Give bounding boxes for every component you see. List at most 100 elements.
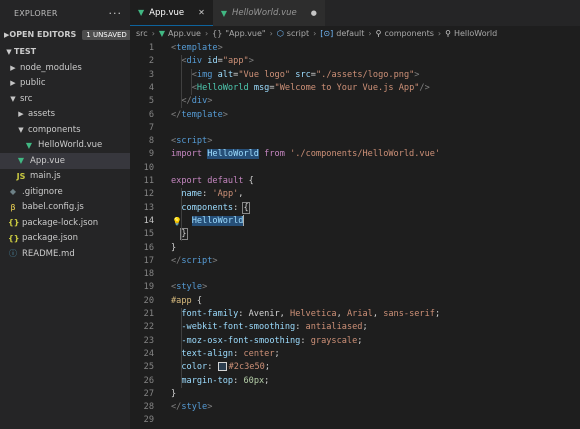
chevron-right-icon: › <box>204 29 209 38</box>
vue-file-icon: ▼ <box>220 8 227 18</box>
code-line[interactable]: 22 -webkit-font-smoothing: antialiased; <box>130 321 580 334</box>
breadcrumb-src[interactable]: src <box>136 29 148 38</box>
tree-item[interactable]: ▶ assets <box>0 107 130 123</box>
code-text: <img alt="Vue logo" src="./assets/logo.p… <box>171 69 420 82</box>
code-text: <style> <box>171 281 207 294</box>
line-number: 2 <box>148 56 154 67</box>
line-number: 22 <box>143 322 154 333</box>
tree-item[interactable]: β babel.config.js <box>0 200 130 216</box>
code-token: style <box>176 282 203 293</box>
code-line[interactable]: 3 <img alt="Vue logo" src="./assets/logo… <box>130 69 580 82</box>
tree-item[interactable]: JS main.js <box>0 169 130 185</box>
code-line[interactable]: 2 <div id="app"> <box>130 55 580 68</box>
tree-item[interactable]: ▶ public <box>0 76 130 92</box>
code-line[interactable]: 24 text-align: center; <box>130 348 580 361</box>
breadcrumb-script[interactable]: script <box>287 29 309 38</box>
code-line[interactable]: 4 <HelloWorld msg="Welcome to Your Vue.j… <box>130 82 580 95</box>
line-number: 25 <box>143 362 154 373</box>
tree-item[interactable]: {} package.json <box>0 231 130 247</box>
more-actions-icon[interactable]: ··· <box>109 7 123 20</box>
breadcrumb-default[interactable]: default <box>336 29 364 38</box>
chevron-right-icon: › <box>151 29 155 38</box>
code-line[interactable]: 25 color: #2c3e50; <box>130 361 580 374</box>
tree-item[interactable]: ▼ App.vue <box>0 153 130 169</box>
code-token: , <box>372 309 384 319</box>
tree-item[interactable]: ▼ src <box>0 91 130 107</box>
code-line[interactable]: 5 </div> <box>130 95 580 108</box>
folder-section[interactable]: ▼ TEST <box>0 43 130 60</box>
code-line[interactable]: 21 font-family: Avenir, Helvetica, Arial… <box>130 308 580 321</box>
code-token: "Welcome to Your Vue.js App" <box>274 82 420 93</box>
code-line[interactable]: 23 -moz-osx-font-smoothing: grayscale; <box>130 335 580 348</box>
tree-item-label: assets <box>28 109 56 120</box>
code-text: HelloWorld <box>171 214 245 228</box>
code-token: : <box>295 322 306 333</box>
breadcrumb-helloworld[interactable]: HelloWorld <box>454 29 497 38</box>
code-line[interactable]: 10 <box>130 162 580 175</box>
code-token: } <box>171 242 177 253</box>
code-text: export default { <box>171 175 254 188</box>
code-text: <HelloWorld msg="Welcome to Your Vue.js … <box>171 82 430 95</box>
tree-item[interactable]: ▶ node_modules <box>0 60 130 76</box>
breadcrumb-module[interactable]: "App.vue" <box>225 29 265 38</box>
breadcrumb-file[interactable]: App.vue <box>168 29 201 38</box>
line-number: 16 <box>143 242 154 253</box>
code-line[interactable]: 12 name: 'App', <box>130 188 580 201</box>
code-line[interactable]: 9 import HelloWorld from './components/He… <box>130 148 580 161</box>
code-token: : Avenir, <box>238 309 291 319</box>
code-token: style <box>181 402 208 413</box>
code-line[interactable]: 1 <template> <box>130 42 580 55</box>
code-line[interactable]: 14 💡 HelloWorld <box>130 214 580 228</box>
explorer-sidebar: EXPLORER ··· ▶ OPEN EDITORS 1 UNSAVED ▼ … <box>0 0 130 429</box>
line-number: 5 <box>148 96 154 107</box>
tree-item[interactable]: ⓘ README.md <box>0 246 130 262</box>
code-line[interactable]: 18 <box>130 268 580 281</box>
open-editors-section[interactable]: ▶ OPEN EDITORS 1 UNSAVED <box>0 26 130 43</box>
line-number: 20 <box>143 295 154 306</box>
code-line[interactable]: 19 <style> <box>130 281 580 294</box>
code-token: : <box>202 189 213 200</box>
code-token: id <box>207 56 218 67</box>
unsaved-dot-icon[interactable]: ● <box>311 9 317 17</box>
code-token: div <box>186 56 203 67</box>
code-editor[interactable]: 1 <template> 2 <div id="app"> 3 <img alt="V… <box>130 41 580 429</box>
code-line[interactable]: 13 components: { <box>130 201 580 215</box>
code-line[interactable]: 28 </style> <box>130 401 580 414</box>
color-swatch-icon[interactable] <box>217 362 227 372</box>
code-token: > <box>222 109 228 120</box>
breadcrumb-components[interactable]: components <box>384 29 433 38</box>
code-text: </div> <box>171 95 212 108</box>
js-file-icon: JS <box>16 171 26 181</box>
tab-app-vue[interactable]: ▼ App.vue ✕ <box>130 0 213 26</box>
tree-item[interactable]: ◆ .gitignore <box>0 184 130 200</box>
tree-item-label: components <box>28 124 81 135</box>
code-token: ; <box>434 309 441 319</box>
tab-helloworld-vue[interactable]: ▼ HelloWorld.vue ● <box>212 0 325 26</box>
chevron-right-icon: ▶ <box>18 110 24 119</box>
code-line[interactable]: 17 </script> <box>130 255 580 268</box>
line-number: 14 <box>143 215 154 226</box>
code-line[interactable]: 8 <script> <box>130 135 580 148</box>
code-token: sans-serif <box>383 309 435 319</box>
text-cursor <box>243 214 245 226</box>
code-token: img <box>196 69 213 80</box>
tree-item-label: src <box>20 93 33 104</box>
code-line[interactable]: 29 <box>130 414 580 427</box>
close-icon[interactable]: ✕ <box>198 8 205 17</box>
code-text: </style> <box>171 401 212 414</box>
tree-item-label: babel.config.js <box>22 202 84 213</box>
code-line[interactable]: 6 </template> <box>130 109 580 122</box>
tree-item[interactable]: {} package-lock.json <box>0 215 130 231</box>
tree-item[interactable]: ▼ HelloWorld.vue <box>0 138 130 154</box>
code-line[interactable]: 15 } <box>130 228 580 241</box>
code-line[interactable]: 7 <box>130 122 580 135</box>
code-line[interactable]: 27} <box>130 388 580 401</box>
code-line[interactable]: 16} <box>130 242 580 255</box>
code-line[interactable]: 11 export default { <box>130 175 580 188</box>
code-text: text-align: center; <box>171 348 279 361</box>
tree-item[interactable]: ▼ components <box>0 122 130 138</box>
code-line[interactable]: 26 margin-top: 60px; <box>130 375 580 388</box>
code-line[interactable]: 20 #app { <box>130 295 580 308</box>
